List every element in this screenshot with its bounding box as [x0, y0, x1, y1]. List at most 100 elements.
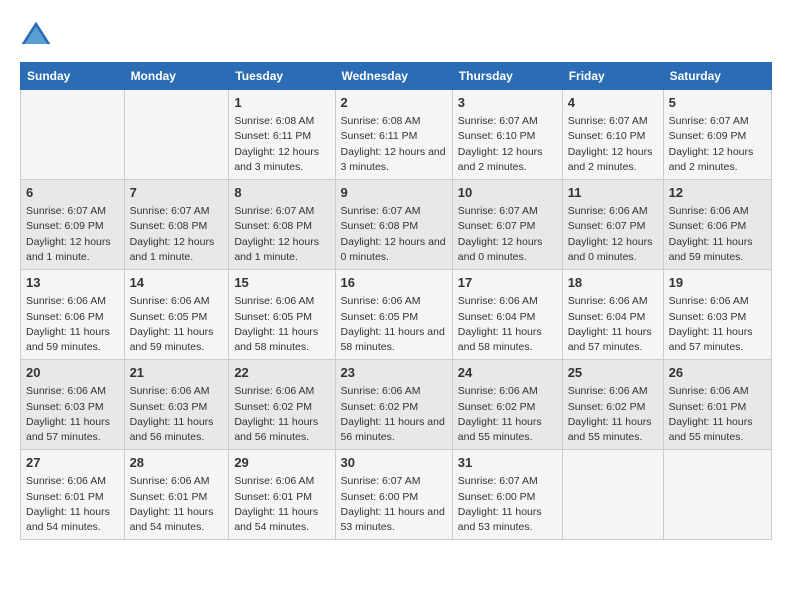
day-info: Sunrise: 6:06 AM Sunset: 6:05 PM Dayligh…: [130, 294, 224, 355]
logo-icon: [20, 20, 52, 52]
calendar-cell: 21 Sunrise: 6:06 AM Sunset: 6:03 PM Dayli…: [124, 360, 229, 450]
calendar-week-row: 27 Sunrise: 6:06 AM Sunset: 6:01 PM Dayli…: [21, 450, 772, 540]
day-info: Sunrise: 6:06 AM Sunset: 6:07 PM Dayligh…: [568, 204, 658, 265]
calendar-week-row: 20 Sunrise: 6:06 AM Sunset: 6:03 PM Dayli…: [21, 360, 772, 450]
day-info: Sunrise: 6:06 AM Sunset: 6:02 PM Dayligh…: [458, 384, 557, 445]
day-header: Saturday: [663, 63, 771, 90]
day-info: Sunrise: 6:06 AM Sunset: 6:02 PM Dayligh…: [568, 384, 658, 445]
day-info: Sunrise: 6:08 AM Sunset: 6:11 PM Dayligh…: [234, 114, 329, 175]
day-number: 31: [458, 454, 557, 472]
calendar-cell: 25 Sunrise: 6:06 AM Sunset: 6:02 PM Dayli…: [562, 360, 663, 450]
day-number: 27: [26, 454, 119, 472]
calendar-cell: 10 Sunrise: 6:07 AM Sunset: 6:07 PM Dayli…: [452, 180, 562, 270]
calendar-cell: 14Sunrise: 6:06 AM Sunset: 6:05 PM Dayli…: [124, 270, 229, 360]
calendar-cell: 30Sunrise: 6:07 AM Sunset: 6:00 PM Dayli…: [335, 450, 452, 540]
calendar-cell: 19 Sunrise: 6:06 AM Sunset: 6:03 PM Dayli…: [663, 270, 771, 360]
day-info: Sunrise: 6:07 AM Sunset: 6:10 PM Dayligh…: [458, 114, 557, 175]
calendar-cell: 3 Sunrise: 6:07 AM Sunset: 6:10 PM Daylig…: [452, 90, 562, 180]
day-info: Sunrise: 6:07 AM Sunset: 6:08 PM Dayligh…: [130, 204, 224, 265]
calendar-cell: 26 Sunrise: 6:06 AM Sunset: 6:01 PM Dayli…: [663, 360, 771, 450]
day-number: 26: [669, 364, 766, 382]
day-info: Sunrise: 6:06 AM Sunset: 6:02 PM Dayligh…: [234, 384, 329, 445]
day-number: 6: [26, 184, 119, 202]
logo: [20, 20, 56, 52]
day-number: 1: [234, 94, 329, 112]
day-info: Sunrise: 6:08 AM Sunset: 6:11 PM Dayligh…: [341, 114, 447, 175]
calendar-cell: 27 Sunrise: 6:06 AM Sunset: 6:01 PM Dayli…: [21, 450, 125, 540]
day-info: Sunrise: 6:06 AM Sunset: 6:05 PM Dayligh…: [234, 294, 329, 355]
day-number: 9: [341, 184, 447, 202]
day-info: Sunrise: 6:06 AM Sunset: 6:03 PM Dayligh…: [26, 384, 119, 445]
day-number: 4: [568, 94, 658, 112]
calendar-cell: 11 Sunrise: 6:06 AM Sunset: 6:07 PM Dayli…: [562, 180, 663, 270]
calendar-cell: 20 Sunrise: 6:06 AM Sunset: 6:03 PM Dayli…: [21, 360, 125, 450]
calendar-header: SundayMondayTuesdayWednesdayThursdayFrid…: [21, 63, 772, 90]
calendar-cell: [124, 90, 229, 180]
calendar-cell: [21, 90, 125, 180]
day-info: Sunrise: 6:06 AM Sunset: 6:03 PM Dayligh…: [130, 384, 224, 445]
calendar-cell: 22 Sunrise: 6:06 AM Sunset: 6:02 PM Dayli…: [229, 360, 335, 450]
day-info: Sunrise: 6:07 AM Sunset: 6:08 PM Dayligh…: [341, 204, 447, 265]
day-header: Tuesday: [229, 63, 335, 90]
calendar-cell: 9 Sunrise: 6:07 AM Sunset: 6:08 PM Daylig…: [335, 180, 452, 270]
calendar-cell: [562, 450, 663, 540]
day-header: Monday: [124, 63, 229, 90]
day-header: Sunday: [21, 63, 125, 90]
day-number: 3: [458, 94, 557, 112]
calendar-cell: 7Sunrise: 6:07 AM Sunset: 6:08 PM Daylig…: [124, 180, 229, 270]
day-info: Sunrise: 6:07 AM Sunset: 6:07 PM Dayligh…: [458, 204, 557, 265]
day-number: 19: [669, 274, 766, 292]
calendar-cell: 17 Sunrise: 6:06 AM Sunset: 6:04 PM Dayli…: [452, 270, 562, 360]
day-info: Sunrise: 6:06 AM Sunset: 6:03 PM Dayligh…: [669, 294, 766, 355]
day-number: 20: [26, 364, 119, 382]
day-number: 30: [341, 454, 447, 472]
day-number: 22: [234, 364, 329, 382]
calendar-cell: 8Sunrise: 6:07 AM Sunset: 6:08 PM Daylig…: [229, 180, 335, 270]
calendar-cell: 18Sunrise: 6:06 AM Sunset: 6:04 PM Dayli…: [562, 270, 663, 360]
day-number: 10: [458, 184, 557, 202]
calendar-cell: 29 Sunrise: 6:06 AM Sunset: 6:01 PM Dayli…: [229, 450, 335, 540]
day-info: Sunrise: 6:07 AM Sunset: 6:09 PM Dayligh…: [669, 114, 766, 175]
day-info: Sunrise: 6:06 AM Sunset: 6:01 PM Dayligh…: [26, 474, 119, 535]
calendar-cell: 5Sunrise: 6:07 AM Sunset: 6:09 PM Daylig…: [663, 90, 771, 180]
day-number: 23: [341, 364, 447, 382]
day-number: 21: [130, 364, 224, 382]
day-number: 15: [234, 274, 329, 292]
calendar-week-row: 1 Sunrise: 6:08 AM Sunset: 6:11 PM Daylig…: [21, 90, 772, 180]
day-info: Sunrise: 6:06 AM Sunset: 6:01 PM Dayligh…: [234, 474, 329, 535]
day-number: 13: [26, 274, 119, 292]
day-info: Sunrise: 6:06 AM Sunset: 6:01 PM Dayligh…: [130, 474, 224, 535]
calendar-week-row: 6 Sunrise: 6:07 AM Sunset: 6:09 PM Daylig…: [21, 180, 772, 270]
header-row: SundayMondayTuesdayWednesdayThursdayFrid…: [21, 63, 772, 90]
day-info: Sunrise: 6:06 AM Sunset: 6:02 PM Dayligh…: [341, 384, 447, 445]
day-number: 29: [234, 454, 329, 472]
header: [20, 20, 772, 52]
day-number: 17: [458, 274, 557, 292]
calendar-cell: 13 Sunrise: 6:06 AM Sunset: 6:06 PM Dayli…: [21, 270, 125, 360]
day-info: Sunrise: 6:06 AM Sunset: 6:04 PM Dayligh…: [568, 294, 658, 355]
day-info: Sunrise: 6:06 AM Sunset: 6:04 PM Dayligh…: [458, 294, 557, 355]
calendar-cell: 31Sunrise: 6:07 AM Sunset: 6:00 PM Dayli…: [452, 450, 562, 540]
day-header: Wednesday: [335, 63, 452, 90]
calendar-cell: 12Sunrise: 6:06 AM Sunset: 6:06 PM Dayli…: [663, 180, 771, 270]
calendar-cell: 4 Sunrise: 6:07 AM Sunset: 6:10 PM Daylig…: [562, 90, 663, 180]
day-number: 24: [458, 364, 557, 382]
day-info: Sunrise: 6:06 AM Sunset: 6:01 PM Dayligh…: [669, 384, 766, 445]
day-number: 2: [341, 94, 447, 112]
calendar-cell: 16Sunrise: 6:06 AM Sunset: 6:05 PM Dayli…: [335, 270, 452, 360]
day-number: 11: [568, 184, 658, 202]
day-info: Sunrise: 6:06 AM Sunset: 6:06 PM Dayligh…: [26, 294, 119, 355]
day-number: 16: [341, 274, 447, 292]
calendar-cell: 15 Sunrise: 6:06 AM Sunset: 6:05 PM Dayli…: [229, 270, 335, 360]
calendar-cell: 6 Sunrise: 6:07 AM Sunset: 6:09 PM Daylig…: [21, 180, 125, 270]
calendar-cell: [663, 450, 771, 540]
calendar-cell: 1 Sunrise: 6:08 AM Sunset: 6:11 PM Daylig…: [229, 90, 335, 180]
day-info: Sunrise: 6:07 AM Sunset: 6:09 PM Dayligh…: [26, 204, 119, 265]
day-number: 25: [568, 364, 658, 382]
day-number: 12: [669, 184, 766, 202]
day-info: Sunrise: 6:07 AM Sunset: 6:10 PM Dayligh…: [568, 114, 658, 175]
calendar-cell: 23 Sunrise: 6:06 AM Sunset: 6:02 PM Dayli…: [335, 360, 452, 450]
day-number: 28: [130, 454, 224, 472]
day-header: Friday: [562, 63, 663, 90]
calendar-body: 1 Sunrise: 6:08 AM Sunset: 6:11 PM Daylig…: [21, 90, 772, 540]
